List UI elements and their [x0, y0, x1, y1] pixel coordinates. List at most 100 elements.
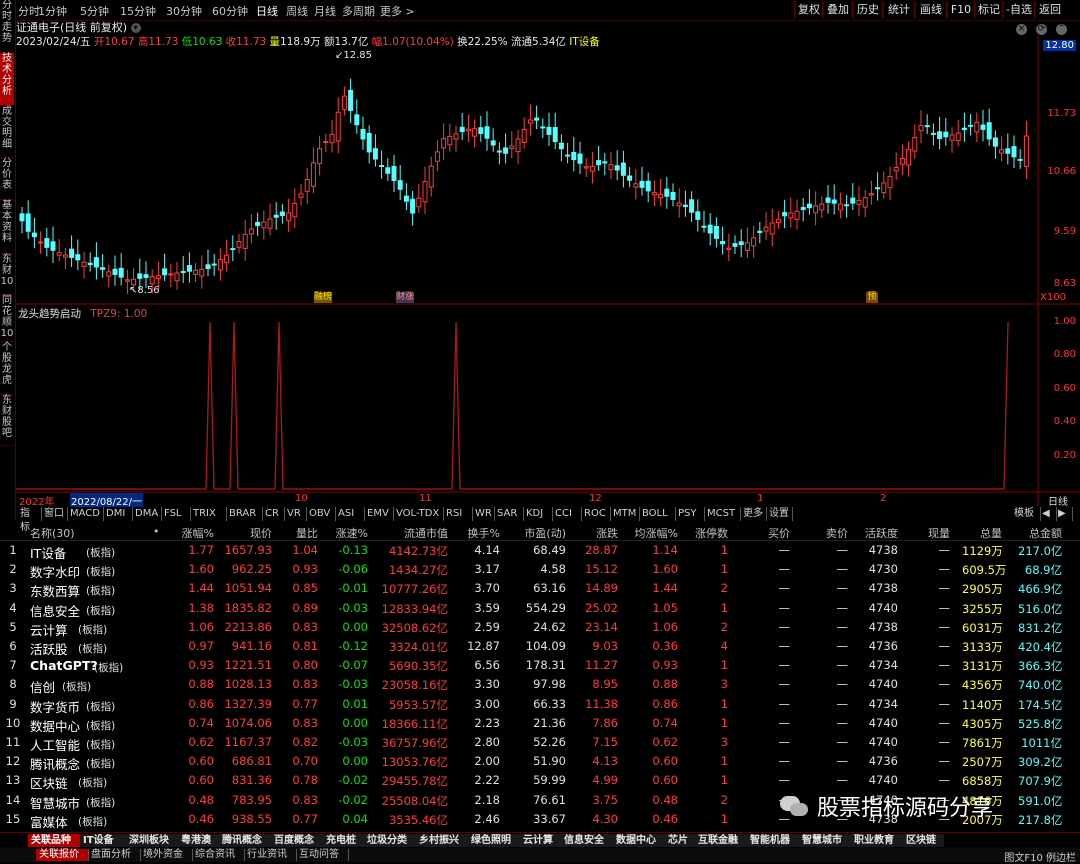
table-row[interactable]: 5 云计算 (板指) 1.06 2213.86 0.83 0.00 32508.62亿 2.59… [0, 618, 1080, 638]
period-7[interactable]: 周线 [286, 3, 308, 19]
table-row[interactable]: 1 IT设备 (板指) 1.77 1657.93 1.04 -0.13 4142.73亿 4.1… [0, 541, 1080, 561]
column-header-17[interactable]: 总金额 [1018, 525, 1062, 541]
sector-tab-2[interactable]: 深圳板块 [126, 834, 179, 847]
row-name[interactable]: 智慧城市 [30, 793, 80, 812]
table-row[interactable]: 3 东数西算 (板指) 1.44 1051.94 0.85 -0.01 10777.26亿 3.… [0, 579, 1080, 600]
row-name[interactable]: 富媒体 [30, 812, 68, 831]
indicator-tab-brar[interactable]: BRAR [227, 507, 263, 521]
bottom-tab-3[interactable]: 综合资讯 [192, 849, 245, 861]
indicator-tab-dmi[interactable]: DMI [104, 507, 133, 521]
sector-tab-12[interactable]: 数据中心 [613, 834, 666, 847]
collapse-icon[interactable]: ⌃ [1056, 24, 1067, 35]
tab-scroll-left-icon[interactable]: ◀ [1040, 507, 1057, 521]
period-5[interactable]: 60分钟 [212, 3, 248, 19]
column-header-13[interactable]: 卖价 [810, 525, 848, 541]
column-header-7[interactable]: 换手% [460, 525, 500, 541]
event-marker-3[interactable]: 预 [866, 292, 878, 303]
indicator-tab-roc[interactable]: ROC [582, 507, 611, 521]
row-name[interactable]: 区块链 [30, 773, 68, 792]
column-header-9[interactable]: 涨跌 [580, 525, 618, 541]
period-6[interactable]: 日线 [256, 3, 278, 19]
period-1[interactable]: 1分钟 [38, 3, 67, 19]
indicator-tab-设置[interactable]: 设置 [767, 507, 793, 521]
sidebar-item-3[interactable]: 分价表 [0, 158, 14, 200]
sidebar-item-0[interactable]: 分时走势 [0, 0, 14, 53]
indicator-tab-窗口[interactable]: 窗口 [42, 507, 68, 521]
column-header-3[interactable]: 现价 [220, 525, 272, 541]
table-row[interactable]: 9 数字货币 (板指) 0.86 1327.39 0.77 0.01 5953.57亿 3.00… [0, 695, 1080, 716]
row-name[interactable]: 信创 [30, 677, 55, 696]
template-button[interactable]: 模板 [1012, 507, 1041, 521]
sector-tab-11[interactable]: 信息安全 [561, 834, 614, 847]
sector-tab-18[interactable]: 区块链 [903, 834, 945, 847]
column-header-10[interactable]: 均涨幅% [630, 525, 678, 541]
sidebar-item-8[interactable]: 东财股吧 [0, 395, 14, 446]
indicator-tab-指标[interactable]: 指标 [18, 507, 42, 533]
bottom-tab-0[interactable]: 关联报价 [36, 849, 89, 861]
indicator-tab-obv[interactable]: OBV [307, 507, 336, 521]
sector-tab-10[interactable]: 云计算 [520, 834, 562, 847]
indicator-tab-asi[interactable]: ASI [336, 507, 365, 521]
row-name[interactable]: 活跃股 [30, 639, 68, 658]
sector-tab-6[interactable]: 充电桩 [323, 834, 365, 847]
table-row[interactable]: 13 区块链 (板指) 0.60 831.36 0.78 -0.02 29455.78亿 2.2… [0, 771, 1080, 792]
toolbar-button-0[interactable]: 复权 [794, 1, 823, 18]
sidebar-item-5[interactable]: 东财10 [0, 254, 14, 295]
sector-tab-3[interactable]: 粤港澳 [178, 834, 220, 847]
toolbar-button-3[interactable]: 统计 [882, 1, 915, 18]
column-header-4[interactable]: 量比 [282, 525, 318, 541]
event-marker-1[interactable]: 融榜 [314, 292, 332, 303]
period-3[interactable]: 15分钟 [120, 3, 156, 19]
period-0[interactable]: 分时 [18, 3, 40, 19]
indicator-tab-vr[interactable]: VR [285, 507, 307, 521]
row-name[interactable]: 信息安全 [30, 601, 80, 620]
sector-tab-13[interactable]: 芯片 [665, 834, 696, 847]
row-name[interactable]: 腾讯概念 [30, 754, 80, 773]
row-name[interactable]: ChatGPT? [30, 658, 98, 673]
column-header-12[interactable]: 买价 [750, 525, 790, 541]
indicator-name[interactable]: 龙头趋势启动 [18, 308, 81, 320]
bottom-tab-1[interactable]: 盘面分析 [88, 849, 141, 861]
table-row[interactable]: 6 活跃股 (板指) 0.97 941.16 0.81 -0.12 3324.01亿 12.87… [0, 637, 1080, 658]
indicator-tab-psy[interactable]: PSY [676, 507, 705, 521]
sidebar-item-4[interactable]: 基本资料 [0, 200, 14, 254]
indicator-tab-macd[interactable]: MACD [68, 507, 104, 521]
column-header-2[interactable]: 涨幅% [170, 525, 214, 541]
column-header-5[interactable]: 涨速% [330, 525, 368, 541]
row-name[interactable]: 数字货币 [30, 697, 80, 716]
close-icon[interactable]: × [1016, 24, 1027, 35]
sector-tab-1[interactable]: IT设备 [80, 834, 127, 847]
period-10[interactable]: 更多 > [380, 3, 415, 19]
bottom-tab-5[interactable]: 互动问答 [296, 849, 349, 861]
tab-scroll-right-icon[interactable]: ▶ [1056, 507, 1073, 521]
indicator-tab-cr[interactable]: CR [263, 507, 285, 521]
column-header-11[interactable]: 涨停数 [688, 525, 728, 541]
dropdown-chevron-icon[interactable]: ▾ [130, 23, 141, 33]
column-header-6[interactable]: 流通市值 [378, 525, 448, 541]
sector-tab-0[interactable]: 关联品种 [28, 834, 81, 847]
sector-tab-14[interactable]: 互联金融 [695, 834, 748, 847]
sector-tab-8[interactable]: 乡村振兴 [416, 834, 469, 847]
indicator-tab-trix[interactable]: TRIX [191, 507, 227, 521]
table-row[interactable]: 10 数据中心 (板指) 0.74 1074.06 0.83 0.00 18366.11亿 2.… [0, 714, 1080, 734]
table-row[interactable]: 7 ChatGPT? (板指) 0.93 1221.51 0.80 -0.07 5690.35… [0, 656, 1080, 675]
toolbar-button-1[interactable]: 叠加 [822, 1, 853, 18]
bottom-tab-4[interactable]: 行业资讯 [244, 849, 297, 861]
toolbar-button-2[interactable]: 历史 [852, 1, 883, 18]
indicator-tab-mtm[interactable]: MTM [611, 507, 640, 521]
toolbar-button-8[interactable]: 返回 [1034, 1, 1065, 18]
sector-tab-16[interactable]: 智慧城市 [799, 834, 852, 847]
row-name[interactable]: 东数西算 [30, 581, 80, 600]
period-2[interactable]: 5分钟 [80, 3, 109, 19]
period-9[interactable]: 多周期 [342, 3, 375, 19]
indicator-tab-wr[interactable]: WR [473, 507, 495, 521]
indicator-tab-vol-tdx[interactable]: VOL-TDX [394, 507, 444, 521]
sidebar-item-7[interactable]: 个股龙虎 [0, 342, 14, 395]
row-name[interactable]: 数字水印 [30, 562, 80, 581]
column-header-0[interactable]: 名称(30) [30, 525, 90, 541]
table-row[interactable]: 12 腾讯概念 (板指) 0.60 686.81 0.70 0.00 13053.76亿 2.0… [0, 752, 1080, 773]
stock-title[interactable]: 证通电子(日线 前复权) [16, 21, 127, 34]
column-header-14[interactable]: 活跃度 [858, 525, 898, 541]
table-row[interactable]: 8 信创 (板指) 0.88 1028.13 0.83 -0.03 23058.16亿 3.30… [0, 675, 1080, 696]
indicator-tab-mcst[interactable]: MCST [705, 507, 741, 521]
